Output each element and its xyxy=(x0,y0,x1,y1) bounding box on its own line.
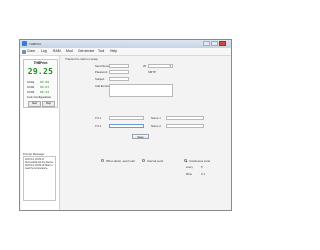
meter-status-text: Link Configuration xyxy=(27,95,52,99)
left-panel: THBPrint 29.25 Ch01 09.68 Ch02 09.03 Ch0… xyxy=(21,56,60,210)
password-input[interactable] xyxy=(109,70,129,74)
save-button[interactable]: Save xyxy=(132,134,149,139)
name2-label: Name 2 xyxy=(151,124,161,128)
meter-panel: THBPrint 29.25 Ch01 09.68 Ch02 09.03 Ch0… xyxy=(23,59,58,108)
group-title: Transmit e-mail on setup xyxy=(65,57,98,61)
when-alarm-radio[interactable] xyxy=(101,159,104,162)
menu-tool[interactable]: Tool xyxy=(98,48,104,55)
meter-title: THBPrint xyxy=(33,61,48,65)
window-title: THBPrint xyxy=(29,42,42,46)
close-button[interactable] xyxy=(219,41,226,46)
meter-status: Link Configuration xyxy=(27,95,57,99)
meter-row-label: Ch02 xyxy=(27,85,35,89)
menu-help[interactable]: Help xyxy=(110,48,117,55)
to1-label: TO 1 xyxy=(95,116,102,120)
conn-icon xyxy=(22,49,26,54)
to2-input[interactable] xyxy=(109,124,144,128)
additional-textarea[interactable] xyxy=(109,84,173,97)
message-line: 2017/1/1 18:29:19 Start to read the temp… xyxy=(25,164,53,170)
meter-row: Ch02 09.03 xyxy=(27,85,57,89)
interval-send-radio[interactable] xyxy=(142,159,145,162)
menu-log[interactable]: Log xyxy=(41,48,47,55)
app-window: THBPrint Conn Log RAM Mod Get device Too… xyxy=(19,39,232,211)
continuous-send-label: Continuous send xyxy=(189,158,210,163)
menu-mod[interactable]: Mod xyxy=(66,48,73,55)
menu-get-device[interactable]: Get device xyxy=(78,48,94,55)
meter-row: Ch01 09.68 xyxy=(27,80,57,84)
maximize-button[interactable] xyxy=(211,41,218,46)
meter-row-value: 09.68 xyxy=(40,80,50,84)
meter-row-value: 09.03 xyxy=(40,85,50,89)
email-setup-panel: Transmit e-mail on setup Send Server 25 … xyxy=(61,56,230,210)
send-server-input[interactable] xyxy=(109,64,129,68)
subject-input[interactable] xyxy=(109,77,129,81)
every-value: 5 xyxy=(201,165,203,169)
meter-buttons: Start Stop xyxy=(27,101,57,107)
stop-button[interactable]: Stop xyxy=(42,101,55,107)
menu-conn[interactable]: Conn xyxy=(27,48,35,55)
menu-bar: Conn Log RAM Mod Get device Tool Help xyxy=(20,48,231,56)
port-label: 25 xyxy=(143,64,147,68)
subject-label: Subject xyxy=(95,77,105,81)
prompt-message-box: 2017/1/1 18:29:17 Successfull link the D… xyxy=(23,156,56,201)
name1-label: Name 1 xyxy=(151,116,161,120)
name1-input[interactable] xyxy=(166,116,204,120)
title-bar: THBPrint xyxy=(20,40,231,48)
to1-input[interactable] xyxy=(109,116,144,120)
password-label: Password xyxy=(95,70,108,74)
port-select[interactable] xyxy=(148,64,173,68)
every-label: every xyxy=(186,165,193,169)
meter-reading: 29.25 xyxy=(27,67,54,76)
start-button[interactable]: Start xyxy=(28,101,41,107)
app-icon xyxy=(22,41,27,46)
menu-ram[interactable]: RAM xyxy=(53,48,61,55)
meter-row-label: Ch01 xyxy=(27,80,35,84)
meter-row-label: Ch03 xyxy=(27,90,35,94)
continuous-send-radio[interactable] xyxy=(184,159,187,162)
protocol-label: SMTP xyxy=(148,70,156,74)
interval-send-label: Interval send xyxy=(147,158,164,163)
mins-label: Mins xyxy=(186,172,192,176)
name2-input[interactable] xyxy=(166,124,204,128)
mins-value: 0.1 xyxy=(201,172,205,176)
meter-row: Ch03 08.24 xyxy=(27,90,57,94)
to2-label: TO 2 xyxy=(95,124,102,128)
minimize-button[interactable] xyxy=(203,41,210,46)
when-alarm-label: When alarm, send mail xyxy=(106,158,135,163)
meter-row-value: 08.24 xyxy=(40,90,50,94)
